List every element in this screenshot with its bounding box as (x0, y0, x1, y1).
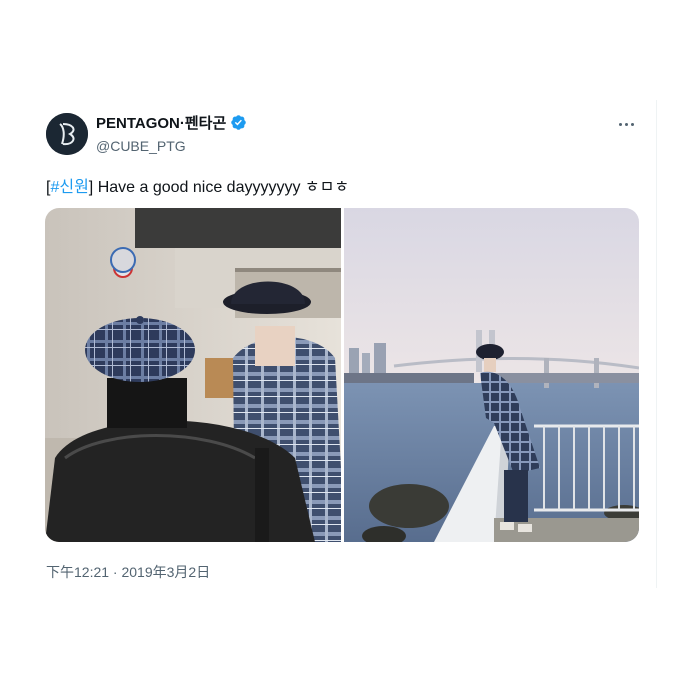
tweet-text-body: ] Have a good nice dayyyyyyy ㅎㅁㅎ (88, 179, 350, 196)
photo-1[interactable] (45, 208, 341, 542)
author-name-row[interactable]: PENTAGON·펜타곤 (96, 112, 247, 133)
more-dot (624, 122, 628, 126)
more-options-icon (618, 122, 622, 126)
tweet-text: [#신원] Have a good nice dayyyyyyy ㅎㅁㅎ (46, 173, 349, 197)
pentagon-logo-icon (46, 113, 88, 155)
hashtag-link[interactable]: #신원 (50, 179, 88, 196)
author-handle[interactable]: @CUBE_PTG (96, 138, 186, 154)
tweet-timestamp[interactable]: 下午12:21 · 2019年3月2日 (46, 562, 210, 582)
media-grid (45, 208, 639, 542)
display-name[interactable]: PENTAGON·펜타곤 (96, 112, 226, 133)
verified-badge-icon (231, 115, 247, 130)
more-dot (630, 122, 634, 126)
photo-2[interactable] (344, 208, 639, 542)
more-options-button[interactable] (614, 112, 638, 136)
avatar[interactable] (46, 113, 88, 155)
